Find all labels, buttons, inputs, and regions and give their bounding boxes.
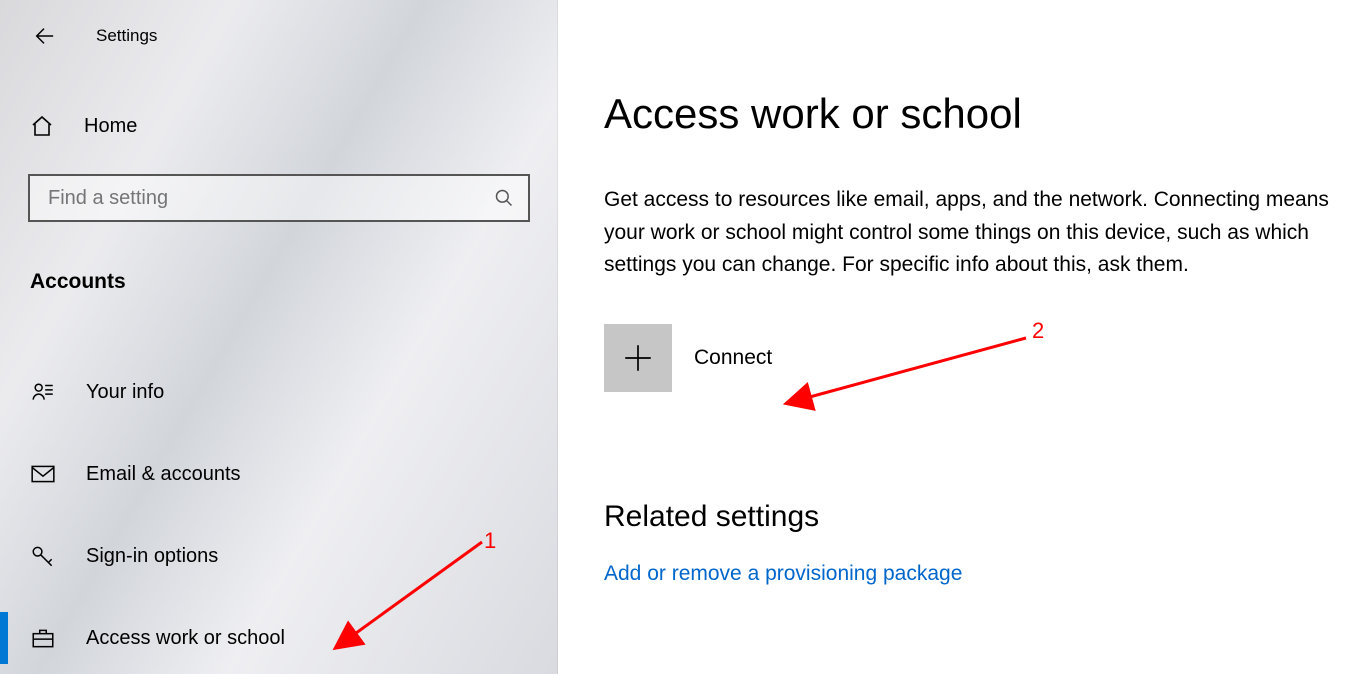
search-container [28,174,530,222]
nav-list: Your info Email & accounts Sign-in optio… [0,356,558,674]
back-button[interactable] [28,20,60,52]
section-label-accounts: Accounts [0,270,558,294]
plus-icon [621,341,655,375]
nav-item-email-accounts[interactable]: Email & accounts [0,438,558,510]
home-label: Home [84,115,137,138]
titlebar: Settings [0,12,558,60]
key-icon [30,543,56,569]
search-box[interactable] [28,174,530,222]
connect-button[interactable]: Connect [604,324,1358,392]
home-icon [30,114,54,138]
nav-label: Your info [86,381,164,404]
briefcase-icon [30,625,56,651]
back-arrow-icon [33,25,55,47]
plus-box [604,324,672,392]
sidebar: Settings Home Accounts Your info [0,0,558,674]
page-description: Get access to resources like email, apps… [604,184,1358,282]
provisioning-package-link[interactable]: Add or remove a provisioning package [604,562,962,586]
annotation-number-2: 2 [1032,318,1044,344]
nav-item-sign-in-options[interactable]: Sign-in options [0,520,558,592]
main-panel: Access work or school Get access to reso… [558,0,1370,674]
search-icon [494,188,514,208]
sidebar-home[interactable]: Home [0,96,558,156]
nav-item-your-info[interactable]: Your info [0,356,558,428]
your-info-icon [30,379,56,405]
mail-icon [30,461,56,487]
page-title: Access work or school [604,90,1358,138]
connect-label: Connect [694,346,772,370]
search-input[interactable] [48,187,494,210]
window-title: Settings [96,26,157,46]
related-settings-header: Related settings [604,500,1358,534]
annotation-number-1: 1 [484,528,496,554]
nav-label: Access work or school [86,627,285,650]
nav-label: Sign-in options [86,545,218,568]
nav-item-access-work-school[interactable]: Access work or school [0,602,558,674]
nav-label: Email & accounts [86,463,241,486]
